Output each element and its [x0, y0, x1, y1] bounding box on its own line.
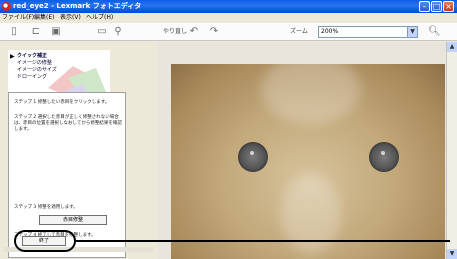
menu-view[interactable]: 表示(V)	[60, 13, 81, 23]
menu-edit[interactable]: 編集(E)	[34, 13, 54, 23]
menu-bar: ファイル(F) 編集(E) 表示(V) ヘルプ(H)	[0, 13, 457, 23]
dog-photo[interactable]	[171, 64, 445, 259]
toolbar: ▯ ⊏ ▣ ▭ ⚲ やり直し ↶ ↷ ズーム 200% ▼ 🔍︎	[0, 23, 457, 41]
open-folder-icon[interactable]: ⊏	[30, 26, 42, 38]
app-eye-icon	[2, 2, 11, 11]
zoom-in-icon[interactable]: ⚲	[112, 26, 124, 38]
minimize-button[interactable]: –	[419, 1, 430, 12]
scroll-up-icon[interactable]: ▲	[447, 42, 457, 52]
right-eye-corrected	[369, 142, 399, 172]
zoom-label: ズーム	[290, 28, 308, 35]
save-icon[interactable]: ▣	[50, 26, 62, 38]
scroll-down-icon[interactable]: ▼	[447, 249, 457, 259]
new-file-icon[interactable]: ▯	[8, 26, 20, 38]
undo-arrow-icon[interactable]: ↶	[188, 26, 200, 38]
menu-help[interactable]: ヘルプ(H)	[86, 13, 113, 23]
step-2-text: ステップ 2 選択した赤目が正しく修整されない場合は、赤目の位置を選択しなおして…	[14, 115, 122, 132]
nav-drawing[interactable]: ドローイング	[17, 74, 47, 81]
step-1-text: ステップ 1 修整したい赤目をクリックします。	[14, 100, 110, 105]
nav-image-size[interactable]: イメージのサイズ	[17, 67, 57, 74]
red-eye-correct-button[interactable]: 赤目修整	[39, 215, 107, 225]
fur-highlight	[261, 64, 361, 124]
zoom-select[interactable]: 200% ▼	[318, 26, 418, 38]
window-title: red_eye2 - Lexmark フォトエディタ	[13, 2, 142, 10]
undo-label: やり直し	[163, 28, 188, 35]
left-eye-corrected	[238, 142, 268, 172]
triangle-right-icon: ▶	[10, 53, 15, 60]
nav-quick-fix[interactable]: クイック補正	[17, 53, 47, 60]
callout-line	[75, 240, 450, 242]
step-3-text: ステップ 3 修整を適用します。	[14, 205, 78, 210]
chevron-down-icon[interactable]: ▼	[407, 27, 417, 37]
photo-canvas-area	[157, 42, 446, 259]
maximize-button[interactable]: □	[431, 1, 442, 12]
title-bar[interactable]: red_eye2 - Lexmark フォトエディタ – □ ×	[0, 0, 457, 13]
callout-circle	[14, 230, 76, 252]
fur-highlight	[281, 174, 341, 254]
vertical-scrollbar[interactable]: ▲ ▼	[446, 42, 457, 259]
zoom-magnifier-icon[interactable]: 🔍︎	[428, 26, 441, 38]
close-button[interactable]: ×	[443, 1, 454, 12]
redo-arrow-icon[interactable]: ↷	[208, 26, 220, 38]
nav-image-retouch[interactable]: イメージの修整	[17, 60, 52, 67]
zoom-value: 200%	[321, 28, 339, 35]
menu-file[interactable]: ファイル(F)	[2, 13, 34, 23]
print-icon[interactable]: ▭	[96, 26, 108, 38]
app-window: red_eye2 - Lexmark フォトエディタ – □ × ファイル(F)…	[0, 0, 457, 259]
left-panel: ▶ クイック補正 イメージの修整 イメージのサイズ ドローイング ステップ 1 …	[0, 42, 157, 259]
